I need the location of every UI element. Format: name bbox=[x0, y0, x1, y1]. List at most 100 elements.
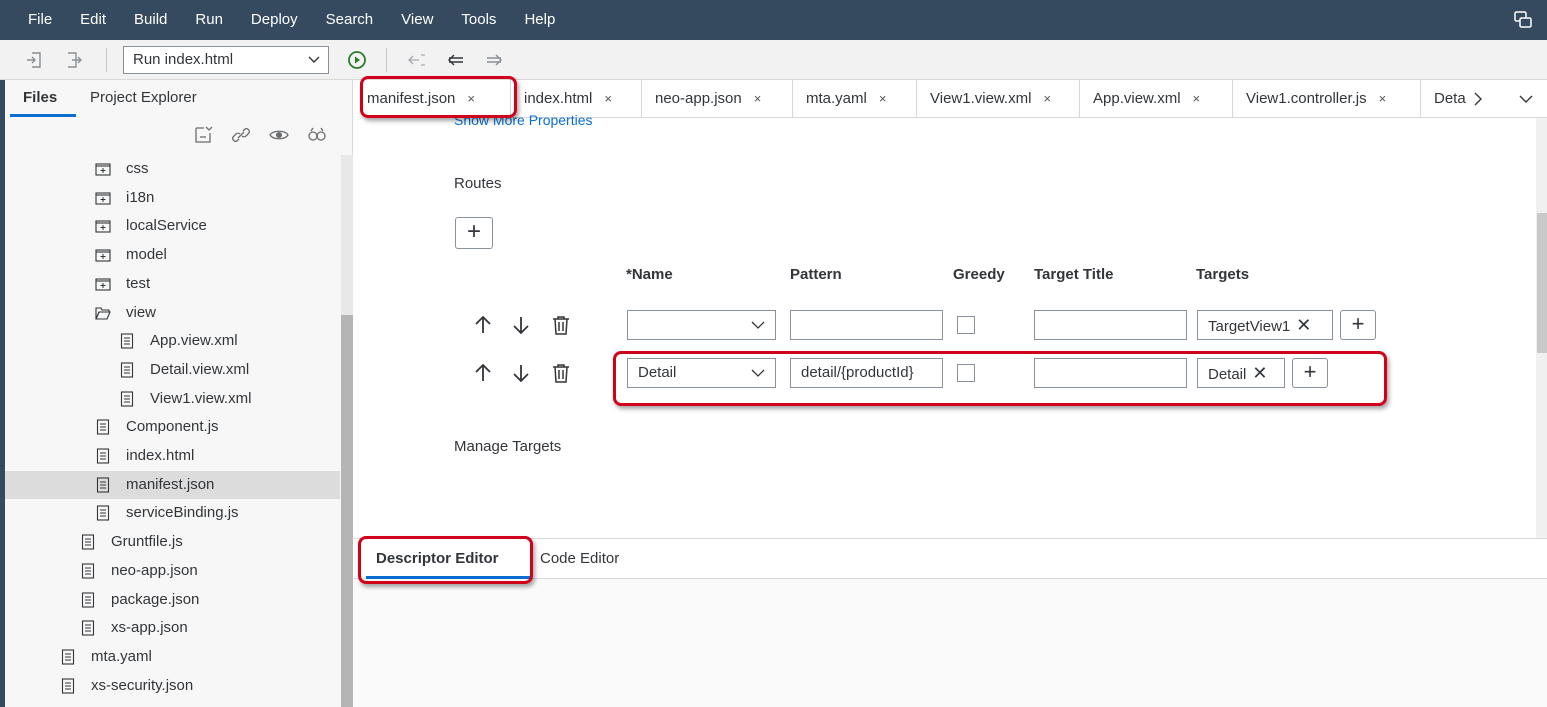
tree-item[interactable]: View1.view.xml bbox=[5, 385, 340, 413]
tab-neo-app-json[interactable]: neo-app.json × bbox=[642, 80, 793, 118]
close-icon[interactable]: × bbox=[1193, 91, 1201, 106]
tab-label: Deta bbox=[1434, 90, 1466, 107]
editor-scrollbar-thumb[interactable] bbox=[1537, 213, 1547, 353]
search-icon[interactable] bbox=[306, 124, 328, 146]
tab-view1-controller-js[interactable]: View1.controller.js × bbox=[1233, 80, 1421, 118]
greedy-checkbox[interactable] bbox=[957, 316, 975, 334]
menu-help[interactable]: Help bbox=[510, 0, 569, 40]
tree-item[interactable]: xs-security.json bbox=[5, 672, 340, 700]
arrow-up-icon[interactable] bbox=[472, 314, 494, 336]
tree-item[interactable]: mta.yaml bbox=[5, 643, 340, 671]
close-icon[interactable]: × bbox=[754, 91, 762, 106]
export-icon[interactable] bbox=[63, 50, 83, 70]
menu-run[interactable]: Run bbox=[181, 0, 237, 40]
tree-item[interactable]: Gruntfile.js bbox=[5, 528, 340, 556]
menu-file[interactable]: File bbox=[0, 0, 66, 40]
tree-item[interactable]: xs-app.json bbox=[5, 614, 340, 642]
tab-view1-view-xml[interactable]: View1.view.xml × bbox=[917, 80, 1080, 118]
route-name-select[interactable]: Detail bbox=[627, 358, 776, 388]
tree-item[interactable]: Detail.view.xml bbox=[5, 356, 340, 384]
menu-deploy[interactable]: Deploy bbox=[237, 0, 312, 40]
arrow-down-icon[interactable] bbox=[510, 362, 532, 384]
tree-item[interactable]: package.json bbox=[5, 586, 340, 614]
arrow-up-icon[interactable] bbox=[472, 362, 494, 384]
tree-scrollbar-thumb[interactable] bbox=[341, 315, 353, 707]
collapse-all-icon[interactable] bbox=[192, 124, 214, 146]
tab-detail-truncated[interactable]: Deta bbox=[1421, 80, 1501, 118]
route-pattern-input[interactable]: detail/{productId} bbox=[790, 358, 943, 388]
menu-bar: File Edit Build Run Deploy Search View T… bbox=[0, 0, 1547, 40]
link-icon[interactable] bbox=[230, 124, 252, 146]
tree-item[interactable]: neo-app.json bbox=[5, 557, 340, 585]
tree-item-label: xs-app.json bbox=[111, 619, 188, 637]
tab-code-editor[interactable]: Code Editor bbox=[540, 550, 619, 567]
menu-edit[interactable]: Edit bbox=[66, 0, 120, 40]
tree-item-label: package.json bbox=[111, 590, 200, 608]
tab-project-explorer[interactable]: Project Explorer bbox=[90, 89, 197, 106]
show-hidden-icon[interactable] bbox=[268, 124, 290, 146]
file-icon bbox=[61, 649, 75, 665]
tree-item[interactable]: i18n bbox=[5, 184, 340, 212]
close-icon[interactable]: × bbox=[467, 91, 475, 106]
tab-descriptor-editor[interactable]: Descriptor Editor bbox=[376, 550, 499, 567]
delete-icon[interactable] bbox=[550, 314, 572, 336]
tree-item-label: localService bbox=[126, 217, 207, 235]
close-icon[interactable]: × bbox=[604, 91, 612, 106]
targets-token[interactable]: TargetView1 ✕ bbox=[1197, 310, 1333, 340]
file-icon bbox=[96, 448, 110, 464]
tab-label: View1.view.xml bbox=[930, 90, 1032, 107]
arrow-down-icon[interactable] bbox=[510, 314, 532, 336]
close-icon[interactable]: × bbox=[879, 91, 887, 106]
menu-build[interactable]: Build bbox=[120, 0, 181, 40]
file-icon bbox=[61, 678, 75, 694]
target-title-input[interactable] bbox=[1034, 358, 1187, 388]
run-icon[interactable] bbox=[347, 50, 367, 70]
tree-item[interactable]: css bbox=[5, 155, 340, 183]
close-icon[interactable]: × bbox=[1043, 91, 1051, 106]
tree-item[interactable]: App.view.xml bbox=[5, 327, 340, 355]
menu-view[interactable]: View bbox=[387, 0, 447, 40]
menu-tools[interactable]: Tools bbox=[447, 0, 510, 40]
tree-item[interactable]: model bbox=[5, 241, 340, 269]
tree-item[interactable]: manifest.json bbox=[5, 470, 340, 499]
file-icon bbox=[120, 333, 134, 349]
import-icon[interactable] bbox=[25, 50, 45, 70]
arrow-right-icon[interactable] bbox=[484, 50, 504, 70]
route-pattern-input[interactable] bbox=[790, 310, 943, 340]
tree-item[interactable]: serviceBinding.js bbox=[5, 499, 340, 527]
run-config-select[interactable]: Run index.html bbox=[123, 46, 329, 74]
chevron-down-icon bbox=[308, 56, 320, 63]
add-route-button[interactable]: + bbox=[455, 217, 493, 249]
collaboration-icon[interactable] bbox=[1513, 10, 1533, 30]
tab-mta-yaml[interactable]: mta.yaml × bbox=[793, 80, 917, 118]
col-greedy: Greedy bbox=[953, 266, 1005, 283]
add-target-button[interactable]: + bbox=[1292, 358, 1328, 388]
remove-token-icon[interactable]: ✕ bbox=[1296, 315, 1311, 335]
file-icon bbox=[81, 563, 95, 579]
delete-icon[interactable] bbox=[550, 362, 572, 384]
chevron-down-icon[interactable] bbox=[1519, 94, 1533, 104]
remove-token-icon[interactable]: ✕ bbox=[1252, 363, 1267, 383]
route-name-select[interactable] bbox=[627, 310, 776, 340]
jump-back-icon[interactable] bbox=[407, 50, 427, 70]
chevron-right-icon[interactable] bbox=[1472, 92, 1484, 106]
add-target-button[interactable]: + bbox=[1340, 310, 1376, 340]
tree-item[interactable]: Component.js bbox=[5, 413, 340, 441]
routes-title: Routes bbox=[454, 175, 502, 192]
toolbar-separator bbox=[106, 48, 107, 72]
tree-item[interactable]: localService bbox=[5, 212, 340, 240]
tree-item[interactable]: test bbox=[5, 270, 340, 298]
tab-files[interactable]: Files bbox=[23, 89, 57, 106]
show-more-properties-link[interactable]: Show More Properties bbox=[454, 112, 593, 128]
greedy-checkbox[interactable] bbox=[957, 364, 975, 382]
target-title-input[interactable] bbox=[1034, 310, 1187, 340]
file-icon bbox=[120, 362, 134, 378]
arrow-left-icon[interactable] bbox=[446, 50, 466, 70]
tree-item[interactable]: view bbox=[5, 299, 340, 327]
menu-search[interactable]: Search bbox=[312, 0, 388, 40]
col-target-title: Target Title bbox=[1034, 266, 1114, 283]
targets-token[interactable]: Detail ✕ bbox=[1197, 358, 1285, 388]
close-icon[interactable]: × bbox=[1379, 91, 1387, 106]
tree-item[interactable]: index.html bbox=[5, 442, 340, 470]
tab-app-view-xml[interactable]: App.view.xml × bbox=[1080, 80, 1233, 118]
